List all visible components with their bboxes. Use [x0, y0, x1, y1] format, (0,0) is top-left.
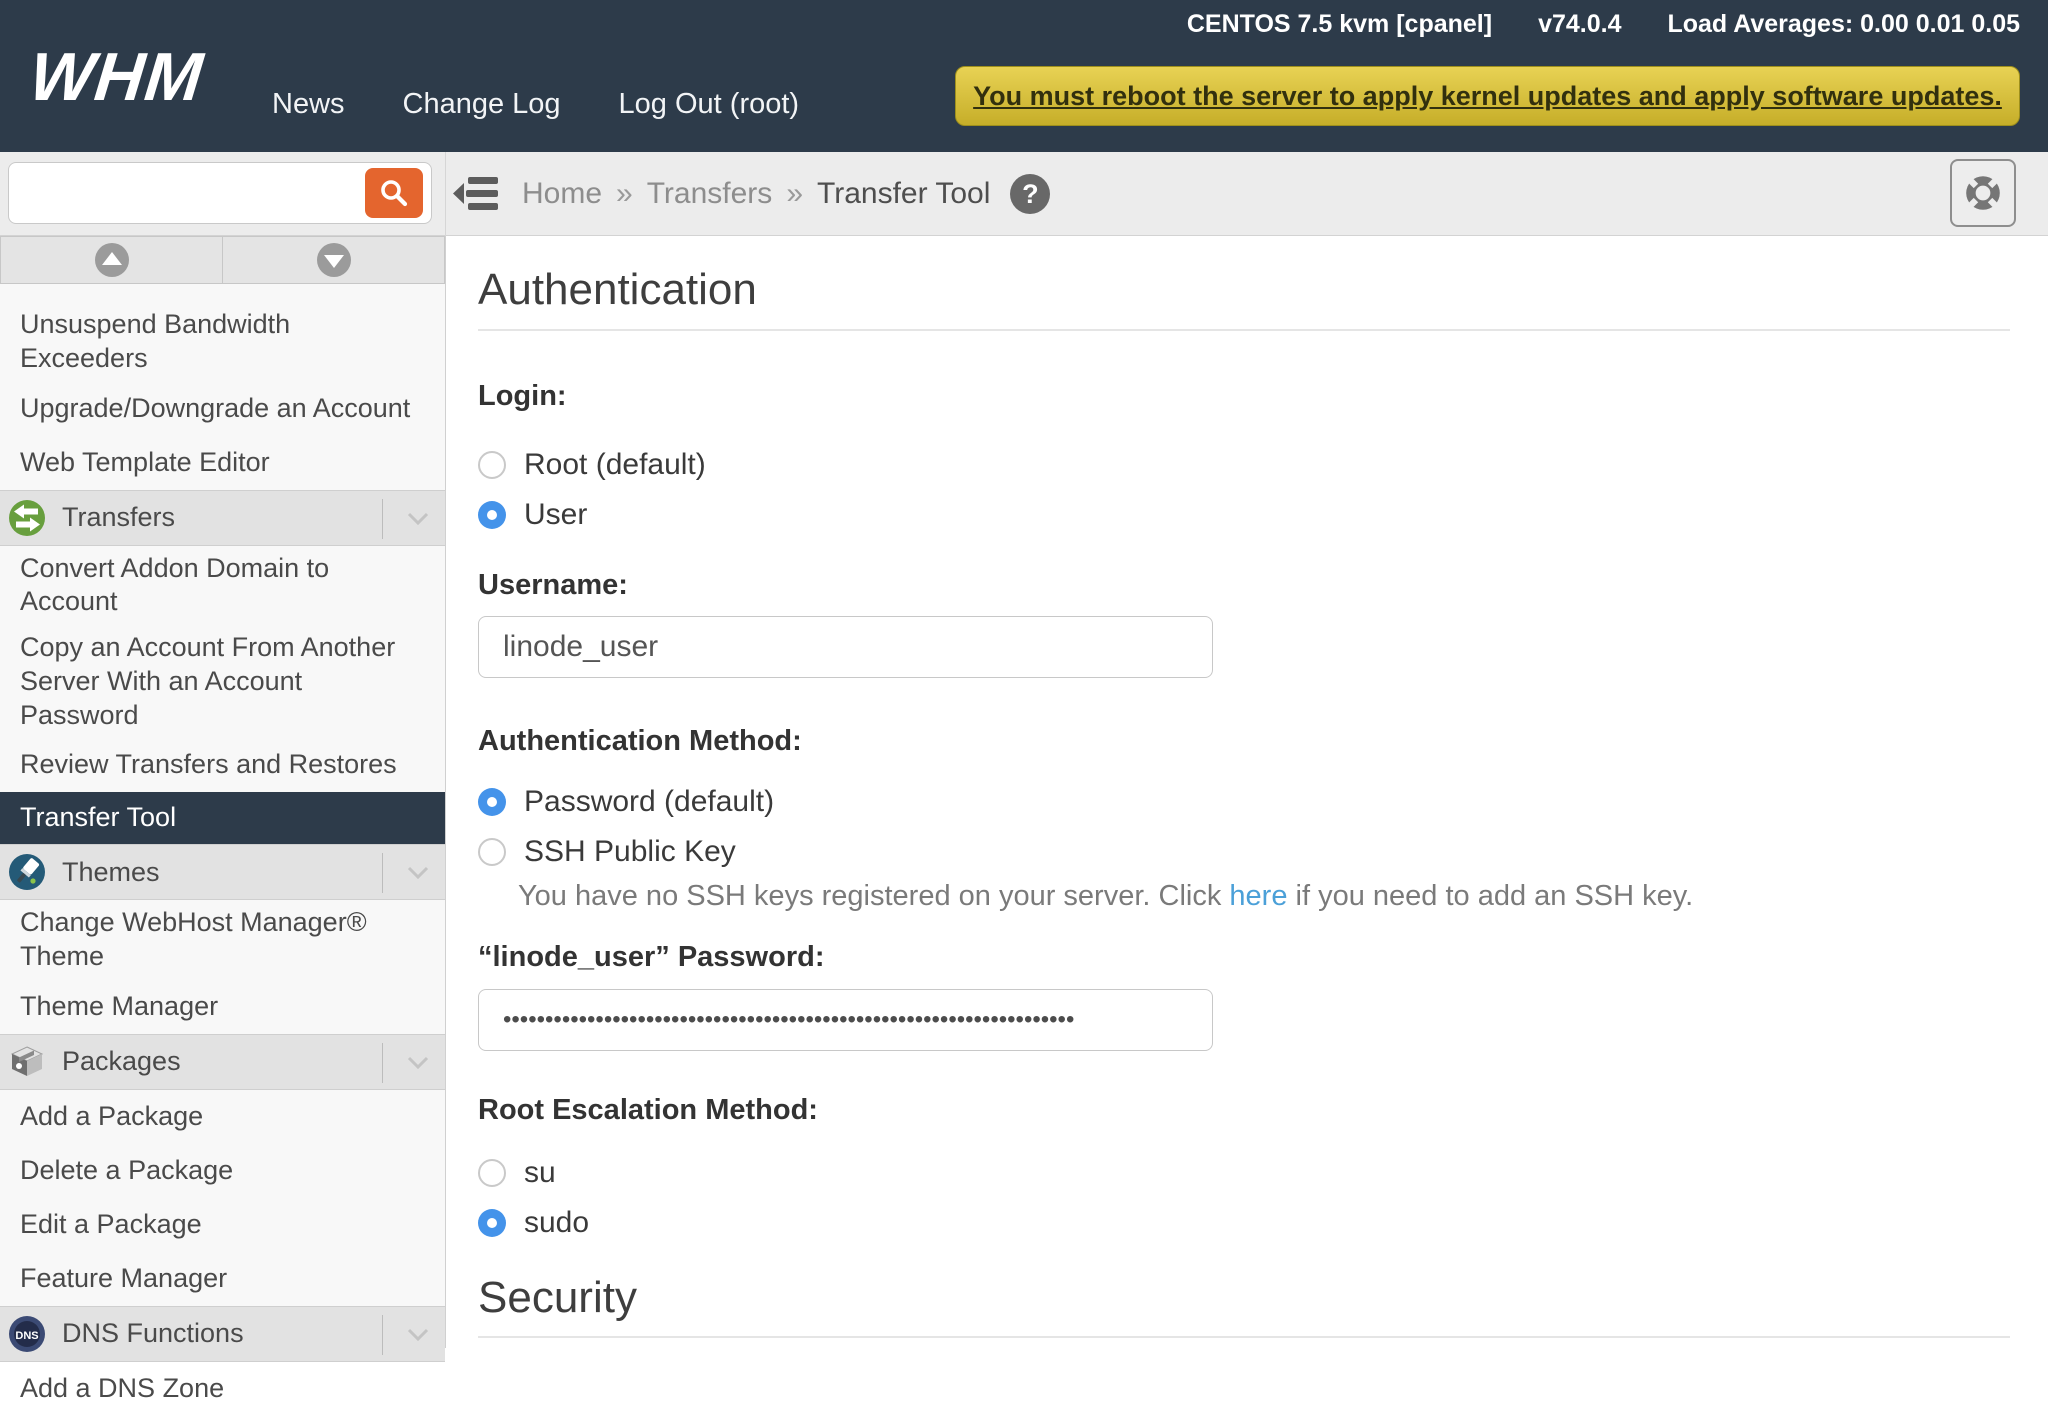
radio-sudo[interactable]: sudo	[478, 1198, 2010, 1248]
help-icon[interactable]: ?	[1010, 174, 1050, 214]
sidebar-item-theme-manager[interactable]: Theme Manager	[0, 980, 445, 1034]
sidebar-section-transfers[interactable]: Transfers	[0, 490, 445, 546]
packages-icon	[8, 1043, 46, 1081]
radio-button-unchecked[interactable]	[478, 838, 506, 866]
sidebar-section-packages[interactable]: Packages	[0, 1034, 445, 1090]
sidebar-section-themes[interactable]: Themes	[0, 844, 445, 900]
breadcrumb-current-page: Transfer Tool	[817, 177, 990, 211]
search-button[interactable]	[365, 168, 423, 218]
username-label: Username:	[478, 568, 2010, 603]
whm-logo[interactable]: WHM	[26, 38, 207, 116]
svg-text:DNS: DNS	[15, 1330, 38, 1342]
login-label: Login:	[478, 379, 2010, 414]
radio-root-label: Root (default)	[524, 448, 706, 482]
nav-change-log[interactable]: Change Log	[403, 88, 561, 121]
nav-news[interactable]: News	[272, 88, 345, 121]
breadcrumb-separator: »	[786, 177, 803, 211]
radio-button-checked[interactable]	[478, 788, 506, 816]
sidebar-item-add-a-package[interactable]: Add a Package	[0, 1090, 445, 1144]
radio-su-label: su	[524, 1156, 556, 1190]
sidebar: Unsuspend Bandwidth Exceeders Upgrade/Do…	[0, 236, 446, 1348]
radio-root-default[interactable]: Root (default)	[478, 440, 2010, 490]
radio-button-checked[interactable]	[478, 1209, 506, 1237]
main-content: Authentication Login: Root (default) Use…	[446, 236, 2048, 1348]
search-box	[8, 162, 432, 224]
status-os: CENTOS 7.5 kvm [cpanel]	[1187, 10, 1492, 39]
transfers-icon	[8, 499, 46, 537]
radio-button-unchecked[interactable]	[478, 451, 506, 479]
sidebar-item-upgrade-downgrade-account[interactable]: Upgrade/Downgrade an Account	[0, 382, 445, 436]
password-input[interactable]	[478, 989, 1213, 1051]
radio-su[interactable]: su	[478, 1148, 2010, 1198]
authentication-heading: Authentication	[478, 264, 2010, 331]
ssh-here-link[interactable]: here	[1229, 880, 1287, 912]
breadcrumb-separator: »	[616, 177, 633, 211]
reboot-alert-banner[interactable]: You must reboot the server to apply kern…	[955, 66, 2020, 126]
sidebar-item-review-transfers-restores[interactable]: Review Transfers and Restores	[0, 738, 445, 792]
sidebar-item-add-a-dns-zone[interactable]: Add a DNS Zone	[0, 1362, 445, 1416]
top-bar: WHM News Change Log Log Out (root) CENTO…	[0, 0, 2048, 152]
sidebar-item-unsuspend-bandwidth-exceeders[interactable]: Unsuspend Bandwidth Exceeders	[0, 302, 445, 382]
server-status-bar: CENTOS 7.5 kvm [cpanel] v74.0.4 Load Ave…	[1187, 10, 2020, 39]
radio-user-label: User	[524, 498, 587, 532]
dns-icon: DNS	[8, 1315, 46, 1353]
themes-icon	[8, 853, 46, 891]
sidebar-scroll-up[interactable]	[0, 236, 223, 284]
root-escalation-label: Root Escalation Method:	[478, 1093, 2010, 1128]
login-radio-group: Root (default) User	[478, 440, 2010, 540]
search-input[interactable]	[9, 163, 377, 223]
radio-ssh-label: SSH Public Key	[524, 835, 736, 869]
breadcrumb-transfers[interactable]: Transfers	[647, 177, 773, 211]
status-version: v74.0.4	[1538, 10, 1621, 39]
chevron-down-icon	[407, 1328, 429, 1342]
sidebar-item-change-whm-theme[interactable]: Change WebHost Manager® Theme	[0, 900, 445, 980]
sidebar-item-web-template-editor[interactable]: Web Template Editor	[0, 436, 445, 490]
auth-method-radio-group: Password (default) SSH Public Key	[478, 777, 2010, 877]
sidebar-item-copy-account-password[interactable]: Copy an Account From Another Server With…	[0, 625, 445, 738]
breadcrumb: Home » Transfers » Transfer Tool ?	[522, 152, 1050, 236]
sidebar-item-feature-manager[interactable]: Feature Manager	[0, 1252, 445, 1306]
chevron-down-icon	[407, 866, 429, 880]
password-label: “linode_user” Password:	[478, 940, 2010, 975]
chevron-down-icon	[407, 1056, 429, 1070]
nav-log-out[interactable]: Log Out (root)	[619, 88, 800, 121]
sidebar-menu: Unsuspend Bandwidth Exceeders Upgrade/Do…	[0, 284, 445, 1416]
radio-sudo-label: sudo	[524, 1206, 589, 1240]
auth-method-label: Authentication Method:	[478, 724, 2010, 759]
top-nav: News Change Log Log Out (root)	[272, 88, 799, 121]
username-input[interactable]	[478, 616, 1213, 678]
sidebar-item-transfer-tool[interactable]: Transfer Tool	[0, 792, 445, 844]
radio-password-label: Password (default)	[524, 785, 774, 819]
breadcrumb-home[interactable]: Home	[522, 177, 602, 211]
sidebar-section-dns-functions[interactable]: DNS DNS Functions	[0, 1306, 445, 1362]
status-load-averages: Load Averages: 0.00 0.01 0.05	[1667, 10, 2020, 39]
search-icon	[379, 178, 409, 208]
life-preserver-icon	[1962, 172, 2004, 214]
support-button[interactable]	[1950, 159, 2016, 227]
security-heading: Security	[478, 1272, 2010, 1339]
toolbar-left-cell	[0, 152, 446, 236]
radio-button-checked[interactable]	[478, 501, 506, 529]
breadcrumb-toolbar: Home » Transfers » Transfer Tool ?	[0, 152, 2048, 236]
collapse-sidebar-icon[interactable]	[452, 174, 500, 214]
arrow-up-icon	[94, 242, 130, 278]
sidebar-item-delete-a-package[interactable]: Delete a Package	[0, 1144, 445, 1198]
sidebar-scroll-controls	[0, 236, 445, 284]
radio-button-unchecked[interactable]	[478, 1159, 506, 1187]
radio-password-default[interactable]: Password (default)	[478, 777, 2010, 827]
sidebar-item-edit-a-package[interactable]: Edit a Package	[0, 1198, 445, 1252]
escalation-radio-group: su sudo	[478, 1148, 2010, 1248]
radio-ssh-public-key[interactable]: SSH Public Key	[478, 827, 2010, 877]
sidebar-scroll-down[interactable]	[223, 236, 445, 284]
chevron-down-icon	[407, 512, 429, 526]
ssh-key-note: You have no SSH keys registered on your …	[518, 879, 2010, 914]
arrow-down-icon	[316, 242, 352, 278]
sidebar-item-convert-addon-domain[interactable]: Convert Addon Domain to Account	[0, 546, 445, 626]
radio-user[interactable]: User	[478, 490, 2010, 540]
